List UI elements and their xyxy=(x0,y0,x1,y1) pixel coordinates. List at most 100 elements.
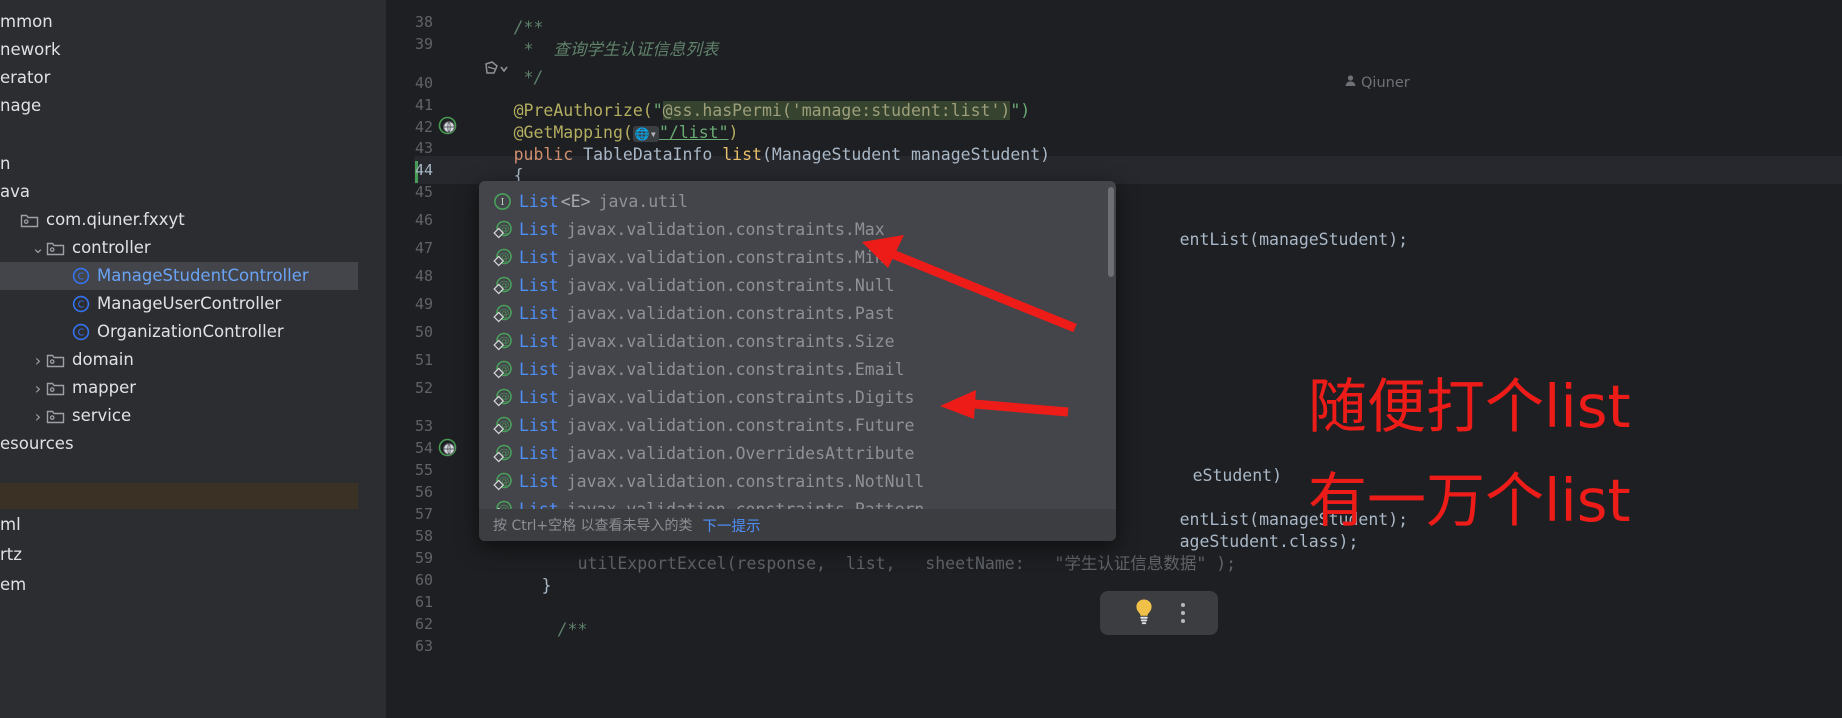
tree-item-n[interactable]: n xyxy=(0,150,358,178)
completion-item[interactable]: @ List javax.validation.constraints.Max xyxy=(479,215,1116,243)
more-options-icon[interactable] xyxy=(1181,603,1185,623)
tree-item-controller[interactable]: ⌄ controller xyxy=(0,234,358,262)
tree-item-domain[interactable]: › domain xyxy=(0,346,358,374)
tree-item-rtz[interactable]: rtz xyxy=(0,541,358,569)
tree-item-managestudentcontroller[interactable]: C ManageStudentController xyxy=(0,262,358,290)
code-fragment-right-b[interactable]: eStudent) xyxy=(1133,434,1282,485)
tree-item-mmon[interactable]: mmon xyxy=(0,8,358,36)
code-completion-popup[interactable]: I List <E> java.util @ List javax.validation.c… xyxy=(479,181,1116,541)
completion-hint-text: 按 Ctrl+空格 以查看未导入的类 xyxy=(493,518,693,534)
completion-item-package: javax.validation.constraints.Null xyxy=(566,275,895,295)
java-class-icon: C xyxy=(72,295,92,313)
completion-item[interactable]: @ List javax.validation.constraints.Patter… xyxy=(479,495,1116,509)
fragment-text: utilExportExcel(response, list, sheetNam… xyxy=(577,554,1237,573)
code-fragment-right-a[interactable]: entList(manageStudent); xyxy=(1120,198,1408,249)
code-editor[interactable]: 38 39 40 41 42 43 44 45 46 47 48 49 50 51 52 53 54 55 56 57… xyxy=(358,0,1842,718)
completion-item[interactable]: @ List javax.validation.constraints.Email xyxy=(479,355,1116,383)
web-gutter-icon-56[interactable] xyxy=(438,438,457,461)
tree-item-label: ManageUserController xyxy=(97,294,282,313)
tree-item-label: esources xyxy=(0,434,74,453)
tree-item-label: rtz xyxy=(0,545,22,564)
tree-item-nage[interactable]: nage xyxy=(0,92,358,120)
line-number: 52 xyxy=(414,379,433,397)
tree-item-label: em xyxy=(0,575,27,594)
chevron-down-icon[interactable]: ⌄ xyxy=(30,238,46,258)
completion-item[interactable]: I List <E> java.util xyxy=(479,187,1116,215)
editor-left-band xyxy=(358,0,386,718)
project-tree-sidebar[interactable]: mmon nework erator nage n ava com.qiuner.fxxyt… xyxy=(0,0,358,718)
completion-item-package: javax.validation.constraints.NotNull xyxy=(566,471,925,491)
completion-item[interactable]: @ List javax.validation.constraints.Min xyxy=(479,243,1116,271)
line-number: 50 xyxy=(414,323,433,341)
line-number: 46 xyxy=(414,211,433,229)
completion-scrollbar[interactable] xyxy=(1108,187,1114,277)
tree-item-label: mmon xyxy=(0,12,53,31)
lightbulb-icon[interactable] xyxy=(1133,598,1155,629)
chevron-right-icon[interactable]: › xyxy=(30,379,46,398)
completion-item-list[interactable]: I List <E> java.util @ List javax.validation.c… xyxy=(479,187,1116,509)
completion-item-package: javax.validation.constraints.Pattern xyxy=(566,499,925,510)
fragment-text: entList(manageStudent); xyxy=(1179,230,1409,249)
inline-author-hint[interactable]: Qiuner xyxy=(1344,69,1410,97)
tree-item-esources[interactable]: esources xyxy=(0,430,358,458)
line-number: 45 xyxy=(414,183,433,201)
tree-item-ava[interactable]: ava xyxy=(0,178,358,206)
chevron-right-icon[interactable]: › xyxy=(30,351,46,370)
completion-item-package: javax.validation.constraints.Future xyxy=(566,415,915,435)
tree-item-com-qiuner-fxxyt[interactable]: com.qiuner.fxxyt xyxy=(0,206,358,234)
code-line-38[interactable]: * 查询学生认证信息列表 xyxy=(454,8,719,59)
tree-item-label: OrganizationController xyxy=(97,322,284,341)
tree-item-label: mapper xyxy=(72,378,137,397)
return-type: TableDataInfo xyxy=(583,145,713,164)
sidebar-highlight-strip xyxy=(0,483,358,509)
completion-item[interactable]: @ List javax.validation.constraints.Digits xyxy=(479,383,1116,411)
annotation-icon: @ xyxy=(493,444,519,463)
completion-item-package: javax.validation.constraints.Size xyxy=(566,331,895,351)
completion-item-name: List xyxy=(519,247,559,267)
annotation-icon: @ xyxy=(493,332,519,351)
completion-item[interactable]: @ List javax.validation.constraints.Null xyxy=(479,271,1116,299)
annotation-icon: @ xyxy=(493,304,519,323)
chevron-right-icon[interactable]: › xyxy=(30,407,46,426)
tree-item-erator[interactable]: erator xyxy=(0,64,358,92)
code-line-44[interactable]: List​ xyxy=(498,156,600,207)
completion-item[interactable]: @ List javax.validation.constraints.Past xyxy=(479,299,1116,327)
svg-text:@: @ xyxy=(499,502,510,509)
interface-icon: I xyxy=(493,192,519,210)
code-line-62[interactable]: } xyxy=(482,544,552,595)
annotation-icon: @ xyxy=(493,500,519,509)
tree-item-organizationcontroller[interactable]: C OrganizationController xyxy=(0,318,358,346)
completion-item[interactable]: @ List javax.validation.constraints.Future xyxy=(479,411,1116,439)
code-line-63[interactable]: /** xyxy=(498,588,588,639)
code-line-42[interactable]: public TableDataInfo list(ManageStudent … xyxy=(454,113,1050,164)
tree-item-em[interactable]: em xyxy=(0,571,358,599)
completion-item-generics: <E> xyxy=(560,191,591,211)
line-number: 47 xyxy=(414,239,433,257)
tree-item-label: ml xyxy=(0,515,21,534)
tree-item-manageusercontroller[interactable]: C ManageUserController xyxy=(0,290,358,318)
completion-item-package: javax.validation.constraints.Past xyxy=(566,303,895,323)
tree-item-label: erator xyxy=(0,68,51,87)
completion-item[interactable]: @ List javax.validation.constraints.Size xyxy=(479,327,1116,355)
completion-item[interactable]: @ List javax.validation.constraints.NotNul… xyxy=(479,467,1116,495)
next-hint-link[interactable]: 下一提示 xyxy=(703,515,761,536)
method-params: (ManageStudent manageStudent) xyxy=(761,145,1051,164)
tree-item-label: nage xyxy=(0,96,42,115)
tree-item-label: controller xyxy=(72,238,151,257)
tree-item-mapper[interactable]: › mapper xyxy=(0,374,358,402)
completion-item-package: javax.validation.constraints.Max xyxy=(566,219,885,239)
completion-item-package: java.util xyxy=(598,191,688,211)
package-folder-icon xyxy=(46,408,66,424)
completion-item-name: List xyxy=(519,499,559,510)
tree-item-ml[interactable]: ml xyxy=(0,511,358,539)
editor-gutter[interactable]: 38 39 40 41 42 43 44 45 46 47 48 49 50 51 52 53 54 55 56 57… xyxy=(386,0,1842,718)
package-folder-icon xyxy=(46,240,66,256)
line-number: 63 xyxy=(414,637,433,655)
svg-text:I: I xyxy=(501,197,505,208)
tree-item-service[interactable]: › service xyxy=(0,402,358,430)
tree-item-nework[interactable]: nework xyxy=(0,36,358,64)
intention-bulb-box[interactable] xyxy=(1100,591,1218,635)
ide-window: mmon nework erator nage n ava com.qiuner.fxxyt… xyxy=(0,0,1842,718)
completion-item-name: List xyxy=(519,331,559,351)
completion-item[interactable]: @ List javax.validation.OverridesAttribute xyxy=(479,439,1116,467)
